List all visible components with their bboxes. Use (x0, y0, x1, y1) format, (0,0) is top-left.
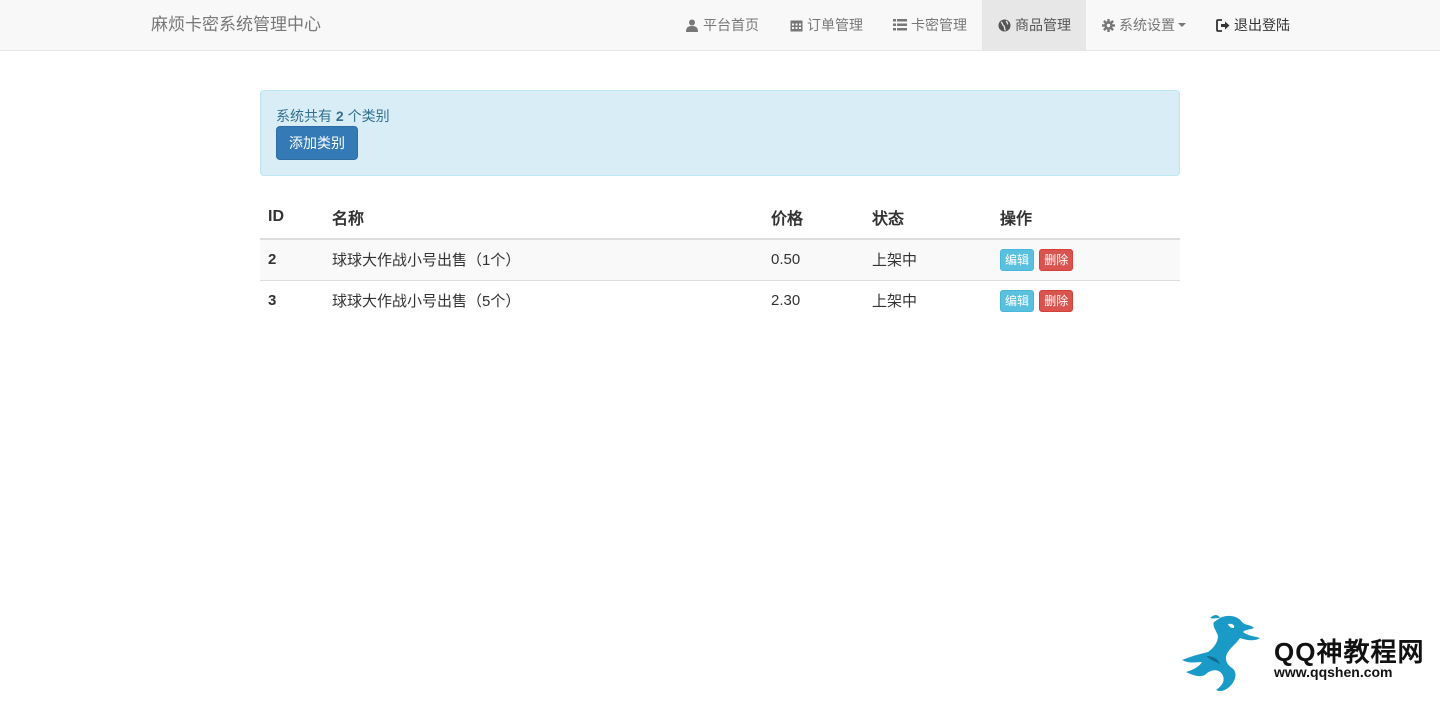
row-price: 2.30 (763, 279, 864, 321)
calendar-icon (789, 18, 803, 32)
column-header-id: ID (260, 196, 324, 240)
delete-button[interactable]: 删除 (1039, 289, 1074, 312)
add-category-button[interactable]: 添加类别 (276, 126, 358, 160)
brand-title[interactable]: 麻烦卡密系统管理中心 (151, 0, 321, 50)
nav-item-products[interactable]: 商品管理 (982, 0, 1086, 50)
row-actions: 编辑 删除 (992, 279, 1180, 321)
nav-label: 平台首页 (703, 17, 759, 33)
category-count-text: 系统共有 2 个类别 (276, 107, 1164, 125)
row-name: 球球大作战小号出售（1个） (324, 238, 763, 280)
column-header-actions: 操作 (992, 196, 1180, 240)
row-actions: 编辑 删除 (992, 238, 1180, 280)
nav-label: 商品管理 (1015, 17, 1071, 33)
column-header-price: 价格 (763, 196, 864, 240)
list-icon (893, 18, 907, 32)
alert-prefix: 系统共有 (276, 108, 332, 124)
nav-item-cards[interactable]: 卡密管理 (878, 0, 982, 50)
dragon-logo-icon (1182, 615, 1260, 692)
edit-button[interactable]: 编辑 (1000, 289, 1035, 312)
table-row: 3 球球大作战小号出售（5个） 2.30 上架中 编辑 删除 (260, 279, 1180, 321)
category-count: 2 (335, 108, 344, 124)
gear-icon (1101, 18, 1115, 32)
row-price: 0.50 (763, 238, 864, 280)
column-header-status: 状态 (864, 196, 992, 240)
edit-button[interactable]: 编辑 (1000, 248, 1035, 271)
chevron-down-icon (1178, 23, 1186, 27)
watermark-url: www.qqshen.com (1274, 664, 1393, 680)
delete-button[interactable]: 删除 (1039, 248, 1074, 271)
nav-item-home[interactable]: 平台首页 (670, 0, 774, 50)
watermark: QQ神教程网 www.qqshen.com (1180, 612, 1430, 694)
nav-item-settings[interactable]: 系统设置 (1086, 0, 1201, 50)
main-nav: 平台首页 订单管理 卡密管理 商品管理 系统设置 退出登陆 (670, 0, 1305, 50)
logout-icon (1216, 18, 1230, 32)
nav-label: 卡密管理 (911, 17, 967, 33)
main-content: 系统共有 2 个类别 添加类别 ID 名称 价格 状态 操作 2 球球大作战小号… (260, 90, 1180, 321)
nav-label: 系统设置 (1119, 17, 1175, 33)
nav-item-orders[interactable]: 订单管理 (774, 0, 878, 50)
column-header-name: 名称 (324, 196, 763, 240)
navbar: 麻烦卡密系统管理中心 平台首页 订单管理 卡密管理 商品管理 系统设置 退出登陆 (0, 0, 1440, 51)
category-alert: 系统共有 2 个类别 添加类别 (260, 90, 1180, 176)
table-row: 2 球球大作战小号出售（1个） 0.50 上架中 编辑 删除 (260, 238, 1180, 280)
nav-label: 订单管理 (807, 17, 863, 33)
row-status: 上架中 (864, 238, 992, 280)
globe-icon (997, 18, 1011, 32)
row-name: 球球大作战小号出售（5个） (324, 279, 763, 321)
table-header-row: ID 名称 价格 状态 操作 (260, 196, 1180, 240)
row-id: 2 (260, 238, 324, 280)
alert-suffix: 个类别 (347, 108, 390, 124)
nav-label: 退出登陆 (1234, 17, 1290, 33)
row-status: 上架中 (864, 279, 992, 321)
user-icon (685, 18, 699, 32)
row-id: 3 (260, 279, 324, 321)
category-table: ID 名称 价格 状态 操作 2 球球大作战小号出售（1个） 0.50 上架中 … (260, 196, 1180, 321)
nav-item-logout[interactable]: 退出登陆 (1201, 0, 1305, 50)
